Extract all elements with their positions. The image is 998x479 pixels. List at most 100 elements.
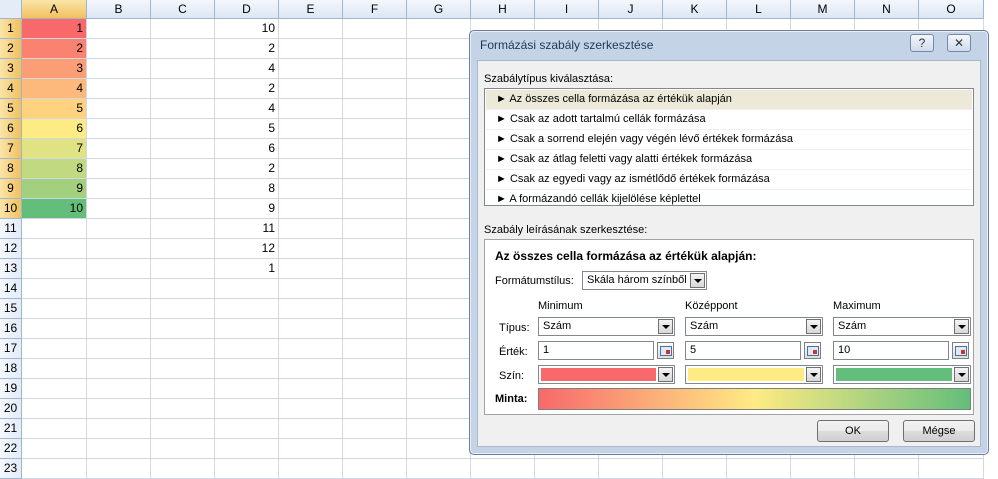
cell-a3[interactable]: 3 xyxy=(22,59,87,79)
chevron-down-icon[interactable] xyxy=(658,319,673,334)
cell-d13[interactable]: 1 xyxy=(215,259,279,279)
minimum-cell-picker-icon[interactable] xyxy=(657,342,674,359)
midpoint-value-input[interactable]: 5 xyxy=(685,341,801,360)
cell-e21[interactable] xyxy=(279,419,343,439)
cell-f22[interactable] xyxy=(343,439,407,459)
row-header-18[interactable]: 18 xyxy=(0,359,22,379)
row-header-21[interactable]: 21 xyxy=(0,419,22,439)
row-header-19[interactable]: 19 xyxy=(0,379,22,399)
cell-g15[interactable] xyxy=(407,299,471,319)
cell-c14[interactable] xyxy=(151,279,215,299)
cell-c19[interactable] xyxy=(151,379,215,399)
cell-d4[interactable]: 2 xyxy=(215,79,279,99)
cell-a15[interactable] xyxy=(22,299,87,319)
close-button[interactable]: ✕ xyxy=(947,34,971,52)
cell-n23[interactable] xyxy=(855,459,919,479)
cell-f20[interactable] xyxy=(343,399,407,419)
cell-g18[interactable] xyxy=(407,359,471,379)
column-header-n[interactable]: N xyxy=(855,0,919,19)
cell-d22[interactable] xyxy=(215,439,279,459)
cell-a5[interactable]: 5 xyxy=(22,99,87,119)
row-header-16[interactable]: 16 xyxy=(0,319,22,339)
cell-b12[interactable] xyxy=(87,239,151,259)
rule-type-item[interactable]: ► Csak az adott tartalmú cellák formázás… xyxy=(486,110,972,130)
cell-c10[interactable] xyxy=(151,199,215,219)
cell-f16[interactable] xyxy=(343,319,407,339)
cell-f17[interactable] xyxy=(343,339,407,359)
cell-g19[interactable] xyxy=(407,379,471,399)
maximum-value-input[interactable]: 10 xyxy=(833,341,949,360)
column-header-o[interactable]: O xyxy=(919,0,984,19)
row-header-12[interactable]: 12 xyxy=(0,239,22,259)
column-header-h[interactable]: H xyxy=(471,0,535,19)
cell-e20[interactable] xyxy=(279,399,343,419)
column-header-a[interactable]: A xyxy=(22,0,87,19)
cell-f18[interactable] xyxy=(343,359,407,379)
cell-f21[interactable] xyxy=(343,419,407,439)
cell-g17[interactable] xyxy=(407,339,471,359)
cell-b3[interactable] xyxy=(87,59,151,79)
cell-c2[interactable] xyxy=(151,39,215,59)
cell-e14[interactable] xyxy=(279,279,343,299)
cell-b22[interactable] xyxy=(87,439,151,459)
cell-f1[interactable] xyxy=(343,19,407,39)
cell-m23[interactable] xyxy=(791,459,855,479)
column-header-k[interactable]: K xyxy=(663,0,727,19)
row-header-11[interactable]: 11 xyxy=(0,219,22,239)
rule-type-list[interactable]: ► Az összes cella formázása az értékük a… xyxy=(484,88,974,210)
row-header-15[interactable]: 15 xyxy=(0,299,22,319)
cell-d20[interactable] xyxy=(215,399,279,419)
cancel-button[interactable]: Mégse xyxy=(903,420,975,442)
ok-button[interactable]: OK xyxy=(817,420,889,442)
cell-f5[interactable] xyxy=(343,99,407,119)
row-header-13[interactable]: 13 xyxy=(0,259,22,279)
cell-d9[interactable]: 8 xyxy=(215,179,279,199)
cell-g16[interactable] xyxy=(407,319,471,339)
cell-b11[interactable] xyxy=(87,219,151,239)
column-header-l[interactable]: L xyxy=(727,0,791,19)
cell-g10[interactable] xyxy=(407,199,471,219)
cell-c4[interactable] xyxy=(151,79,215,99)
chevron-down-icon[interactable] xyxy=(658,367,673,382)
cell-b14[interactable] xyxy=(87,279,151,299)
cell-d11[interactable]: 11 xyxy=(215,219,279,239)
cell-e7[interactable] xyxy=(279,139,343,159)
cell-b16[interactable] xyxy=(87,319,151,339)
cell-c3[interactable] xyxy=(151,59,215,79)
row-header-20[interactable]: 20 xyxy=(0,399,22,419)
cell-e19[interactable] xyxy=(279,379,343,399)
rule-type-item[interactable]: ► A formázandó cellák kijelölése képlett… xyxy=(486,190,972,210)
cell-b21[interactable] xyxy=(87,419,151,439)
cell-c21[interactable] xyxy=(151,419,215,439)
cell-d3[interactable]: 4 xyxy=(215,59,279,79)
cell-a17[interactable] xyxy=(22,339,87,359)
cell-b4[interactable] xyxy=(87,79,151,99)
cell-a11[interactable] xyxy=(22,219,87,239)
cell-e15[interactable] xyxy=(279,299,343,319)
cell-e23[interactable] xyxy=(279,459,343,479)
cell-a13[interactable] xyxy=(22,259,87,279)
column-header-d[interactable]: D xyxy=(215,0,279,19)
rule-type-item[interactable]: ► Csak a sorrend elején vagy végén lévő … xyxy=(486,130,972,150)
cell-a4[interactable]: 4 xyxy=(22,79,87,99)
cell-g11[interactable] xyxy=(407,219,471,239)
row-header-6[interactable]: 6 xyxy=(0,119,22,139)
row-header-7[interactable]: 7 xyxy=(0,139,22,159)
cell-d18[interactable] xyxy=(215,359,279,379)
cell-f2[interactable] xyxy=(343,39,407,59)
cell-b2[interactable] xyxy=(87,39,151,59)
column-header-e[interactable]: E xyxy=(279,0,343,19)
cell-i23[interactable] xyxy=(535,459,599,479)
column-header-g[interactable]: G xyxy=(407,0,471,19)
column-header-j[interactable]: J xyxy=(599,0,663,19)
cell-a21[interactable] xyxy=(22,419,87,439)
chevron-down-icon[interactable] xyxy=(806,367,821,382)
cell-d8[interactable]: 2 xyxy=(215,159,279,179)
chevron-down-icon[interactable] xyxy=(954,367,969,382)
cell-g14[interactable] xyxy=(407,279,471,299)
cell-a2[interactable]: 2 xyxy=(22,39,87,59)
cell-d15[interactable] xyxy=(215,299,279,319)
cell-e2[interactable] xyxy=(279,39,343,59)
cell-c9[interactable] xyxy=(151,179,215,199)
row-header-14[interactable]: 14 xyxy=(0,279,22,299)
